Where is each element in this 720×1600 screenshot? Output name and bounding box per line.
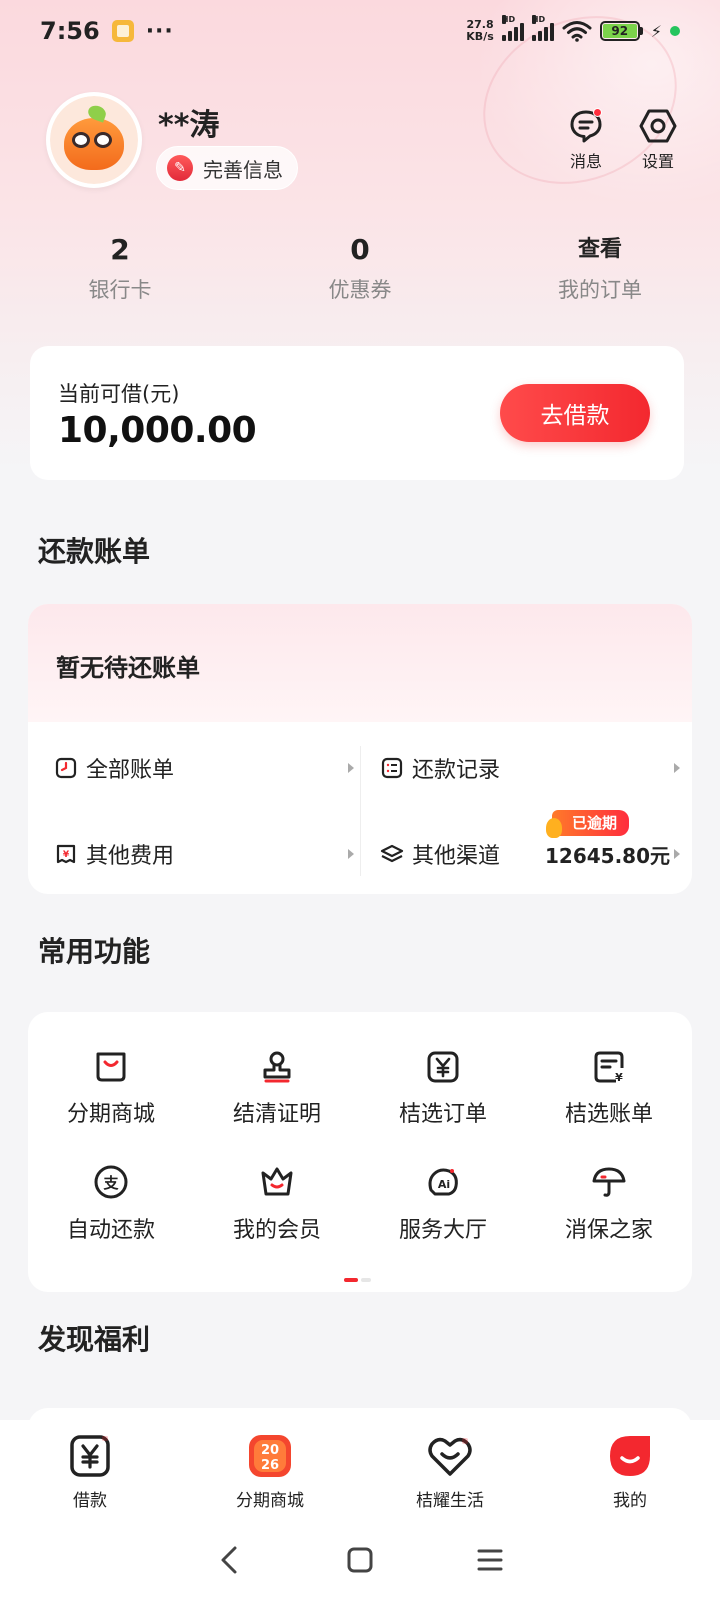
bills-section-title: 还款账单 — [38, 535, 151, 568]
unread-dot — [593, 108, 602, 117]
other-channels-icon — [380, 842, 404, 866]
svg-text:26: 26 — [261, 1458, 279, 1473]
stat-coupons[interactable]: 0 优惠券 — [240, 232, 480, 304]
svg-text:20: 20 — [261, 1443, 279, 1458]
notes-app-icon — [111, 20, 134, 42]
chevron-right-icon — [348, 763, 354, 773]
pencil-icon: ✎ — [167, 155, 193, 181]
me-smile-icon — [606, 1432, 654, 1480]
home-icon[interactable] — [345, 1545, 375, 1575]
back-icon[interactable] — [215, 1545, 245, 1575]
shopping-bag-icon — [96, 1052, 126, 1082]
stat-bank-cards[interactable]: 2 银行卡 — [0, 232, 240, 304]
stat-label: 优惠券 — [328, 278, 392, 302]
repay-record-icon — [380, 756, 404, 780]
func-consumer-protection[interactable]: 消保之家 — [526, 1164, 692, 1244]
signal-icon: HD — [501, 15, 524, 41]
all-bills-icon — [54, 756, 78, 780]
stamp-icon — [263, 1051, 291, 1083]
charging-icon: ⚡ — [650, 21, 662, 41]
nav-me[interactable]: 我的 — [540, 1420, 720, 1520]
svg-text:¥: ¥ — [63, 850, 70, 860]
auto-repay-icon: 支 — [94, 1165, 128, 1199]
loan-yuan-icon — [66, 1432, 114, 1480]
overdue-amount: 12645.80元 — [544, 843, 670, 868]
func-selected-bills[interactable]: ¥ 桔选账单 — [526, 1050, 692, 1128]
nav-life[interactable]: 桔耀生活 — [360, 1420, 540, 1520]
chevron-right-icon — [674, 763, 680, 773]
network-speed: 27.8 KB/s — [466, 18, 494, 43]
status-bar: 7:56 ··· 27.8 KB/s HD HD 92 ⚡ — [0, 0, 720, 62]
no-bills-text: 暂无待还账单 — [56, 654, 200, 682]
bills-header: 暂无待还账单 — [28, 604, 692, 722]
status-time: 7:56 — [40, 17, 100, 45]
divider — [360, 746, 361, 876]
stat-label: 银行卡 — [88, 278, 152, 302]
crown-icon — [261, 1167, 293, 1196]
stat-my-orders[interactable]: 查看 我的订单 — [480, 232, 720, 304]
settings-label: 设置 — [641, 152, 674, 171]
svg-text:Ai: Ai — [438, 1178, 450, 1191]
stat-label: 我的订单 — [558, 278, 642, 302]
other-fees-link[interactable]: ¥ 其他费用 — [54, 832, 354, 876]
functions-section-title: 常用功能 — [38, 935, 151, 968]
func-settlement-proof[interactable]: 结清证明 — [194, 1050, 360, 1128]
messages-button[interactable]: 消息 — [556, 108, 616, 172]
func-installment-mall[interactable]: 分期商城 — [28, 1050, 194, 1128]
yuan-order-icon — [427, 1051, 459, 1083]
umbrella-icon — [592, 1167, 626, 1197]
svg-text:支: 支 — [102, 1174, 119, 1192]
messages-label: 消息 — [569, 152, 602, 171]
avatar[interactable] — [46, 92, 142, 188]
other-fees-icon: ¥ — [54, 842, 78, 866]
available-loan-label: 当前可借(元) — [58, 382, 180, 406]
loan-card: 当前可借(元) 10,000.00 去借款 — [30, 346, 684, 480]
func-service-hall[interactable]: Ai 服务大厅 — [360, 1164, 526, 1244]
borrow-button[interactable]: 去借款 — [500, 384, 650, 442]
chevron-right-icon — [674, 849, 680, 859]
flame-icon — [546, 818, 562, 838]
func-my-membership[interactable]: 我的会员 — [194, 1164, 360, 1244]
repay-record-link[interactable]: 还款记录 — [380, 746, 680, 790]
complete-info-label: 完善信息 — [203, 157, 283, 182]
svg-text:¥: ¥ — [615, 1071, 623, 1084]
heart-life-icon — [426, 1432, 474, 1480]
page-indicator — [344, 1278, 371, 1282]
welfare-section-title: 发现福利 — [38, 1323, 151, 1356]
recents-menu-icon[interactable] — [475, 1545, 505, 1575]
functions-card: 分期商城 结清证明 桔选订单 ¥ 桔选账单 支 自动还款 我的会员 Ai 服务大… — [28, 1012, 692, 1292]
username: **涛 — [158, 108, 220, 143]
privacy-indicator-icon — [670, 26, 680, 36]
mall-2026-icon: 20 26 — [246, 1432, 294, 1480]
battery-icon: 92 — [599, 21, 643, 41]
other-channels-link[interactable]: 其他渠道 12645.80元 — [380, 832, 680, 876]
func-selected-orders[interactable]: 桔选订单 — [360, 1050, 526, 1128]
wifi-icon — [562, 21, 592, 42]
account-stats: 2 银行卡 0 优惠券 查看 我的订单 — [0, 232, 720, 304]
func-auto-repay[interactable]: 支 自动还款 — [28, 1164, 194, 1244]
stat-value: 2 — [110, 233, 130, 266]
available-loan-amount: 10,000.00 — [58, 410, 257, 451]
chevron-right-icon — [348, 849, 354, 859]
stat-value: 0 — [350, 233, 370, 266]
stat-value: 查看 — [577, 237, 622, 262]
all-bills-link[interactable]: 全部账单 — [54, 746, 354, 790]
overdue-badge: 已逾期 — [552, 810, 630, 836]
bills-card: 暂无待还账单 全部账单 还款记录 ¥ 其他费用 其他渠道 12645.80元 — [28, 604, 692, 894]
bottom-navigation: 借款 20 26 分期商城 桔耀生活 我的 — [0, 1420, 720, 1520]
more-notifications-icon: ··· — [145, 18, 174, 44]
signal-icon-2: HD — [531, 15, 554, 41]
ai-service-icon: Ai — [428, 1168, 458, 1196]
nav-loan[interactable]: 借款 — [0, 1420, 180, 1520]
settings-button[interactable]: 设置 — [628, 108, 688, 172]
settings-icon — [639, 109, 677, 143]
system-navigation-bar — [0, 1520, 720, 1600]
nav-installment-mall[interactable]: 20 26 分期商城 — [180, 1420, 360, 1520]
yuan-bill-icon: ¥ — [594, 1051, 624, 1084]
complete-info-button[interactable]: ✎ 完善信息 — [156, 146, 298, 190]
